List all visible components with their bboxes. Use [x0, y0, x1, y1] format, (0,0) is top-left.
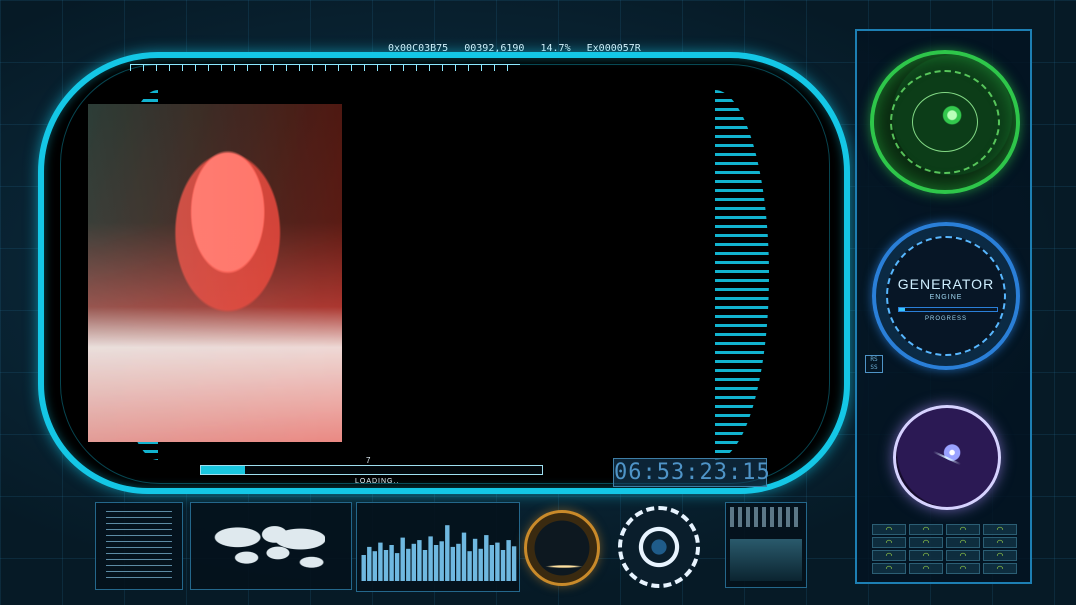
world-map-panel	[190, 502, 352, 590]
indicator-cell: ◠	[909, 550, 943, 561]
bar-graph-bar	[439, 541, 444, 581]
indicator-cell: ◠	[909, 524, 943, 535]
indicator-cell: ◠	[983, 563, 1017, 574]
indicator-cell: ◠	[872, 563, 906, 574]
digital-clock: 06:53:23:15	[613, 458, 771, 487]
indicator-row: ◠ ◠ ◠ ◠	[872, 524, 1017, 535]
bar-graph-bar	[450, 546, 455, 581]
code-listing-panel	[95, 502, 183, 590]
bar-graph-header	[361, 506, 515, 518]
meter-panel	[725, 502, 807, 588]
indicator-cell: ◠	[983, 537, 1017, 548]
bar-graph-bar	[467, 551, 472, 581]
bar-graph-bar	[406, 548, 411, 581]
bar-graph-bar	[411, 543, 416, 581]
indicator-row: ◠ ◠ ◠ ◠	[872, 563, 1017, 574]
bar-graph-bar	[422, 550, 428, 581]
bar-graph-bar	[456, 543, 461, 581]
bar-graph-bar	[428, 536, 433, 581]
indicator-cell: ◠	[946, 537, 980, 548]
indicator-cell: ◠	[909, 563, 943, 574]
rs-badge: RS SS	[865, 355, 883, 373]
bar-graph-bar	[472, 538, 478, 581]
generator-title: GENERATOR	[897, 276, 995, 292]
bar-graph-bar	[478, 548, 483, 581]
video-feed-photo	[88, 104, 342, 442]
indicator-cell: ◠	[872, 524, 906, 535]
plasma-orb-icon	[893, 405, 1001, 510]
bar-graph-bar	[383, 550, 389, 581]
bar-graph-bar	[489, 545, 494, 581]
indicator-cell: ◠	[872, 550, 906, 561]
indicator-row: ◠ ◠ ◠ ◠	[872, 537, 1017, 548]
bar-graph-bar	[417, 540, 422, 581]
bar-graph-bar	[361, 555, 366, 581]
bar-graph-bar	[484, 535, 489, 581]
bar-graph-bar	[445, 525, 450, 581]
bar-graph-bar	[500, 550, 506, 581]
indicator-row: ◠ ◠ ◠ ◠	[872, 550, 1017, 561]
bar-graph-bar	[400, 537, 405, 581]
bar-graph-bar	[389, 545, 394, 581]
bar-graph-bar	[394, 553, 400, 581]
bar-graph-bar	[367, 546, 372, 581]
indicator-cell: ◠	[946, 550, 980, 561]
orange-ring-gauge-icon	[524, 510, 600, 586]
bar-graph	[361, 525, 517, 581]
bar-graph-bar	[511, 546, 517, 581]
generator-progress-label: PROGRESS	[924, 316, 967, 322]
bar-graph-panel	[356, 502, 520, 592]
radar-icon	[870, 50, 1020, 194]
indicator-cell: ◠	[872, 537, 906, 548]
loading-value: 7	[366, 456, 371, 465]
generator-subtitle: ENGINE	[929, 294, 963, 301]
bar-graph-bar	[372, 551, 377, 581]
generator-progress-bar	[898, 307, 998, 312]
loading-label: LOADING..	[355, 478, 400, 485]
loading-progress-bar	[200, 465, 543, 475]
indicator-cell: ◠	[946, 563, 980, 574]
bar-graph-bar	[461, 532, 467, 581]
rs-badge-line2: SS	[870, 364, 878, 371]
generator-progress-fill	[899, 308, 905, 311]
indicator-cell: ◠	[946, 524, 980, 535]
indicator-cell: ◠	[909, 537, 943, 548]
indicator-cell: ◠	[983, 524, 1017, 535]
bar-graph-bar	[433, 545, 439, 581]
white-ring-gauge-icon	[618, 506, 700, 588]
indicator-grid: ◠ ◠ ◠ ◠ ◠ ◠ ◠ ◠ ◠ ◠ ◠ ◠ ◠ ◠ ◠ ◠	[872, 524, 1017, 576]
indicator-cell: ◠	[983, 550, 1017, 561]
world-map-icon	[213, 517, 325, 575]
bar-graph-bar	[378, 542, 383, 581]
bar-graph-bar	[495, 542, 500, 581]
loading-progress-fill	[201, 466, 246, 474]
generator-engine-gauge: GENERATOR ENGINE PROGRESS	[872, 222, 1020, 370]
rs-badge-line1: RS	[870, 356, 878, 363]
top-ruler	[130, 64, 520, 78]
bar-graph-bar	[506, 540, 511, 581]
